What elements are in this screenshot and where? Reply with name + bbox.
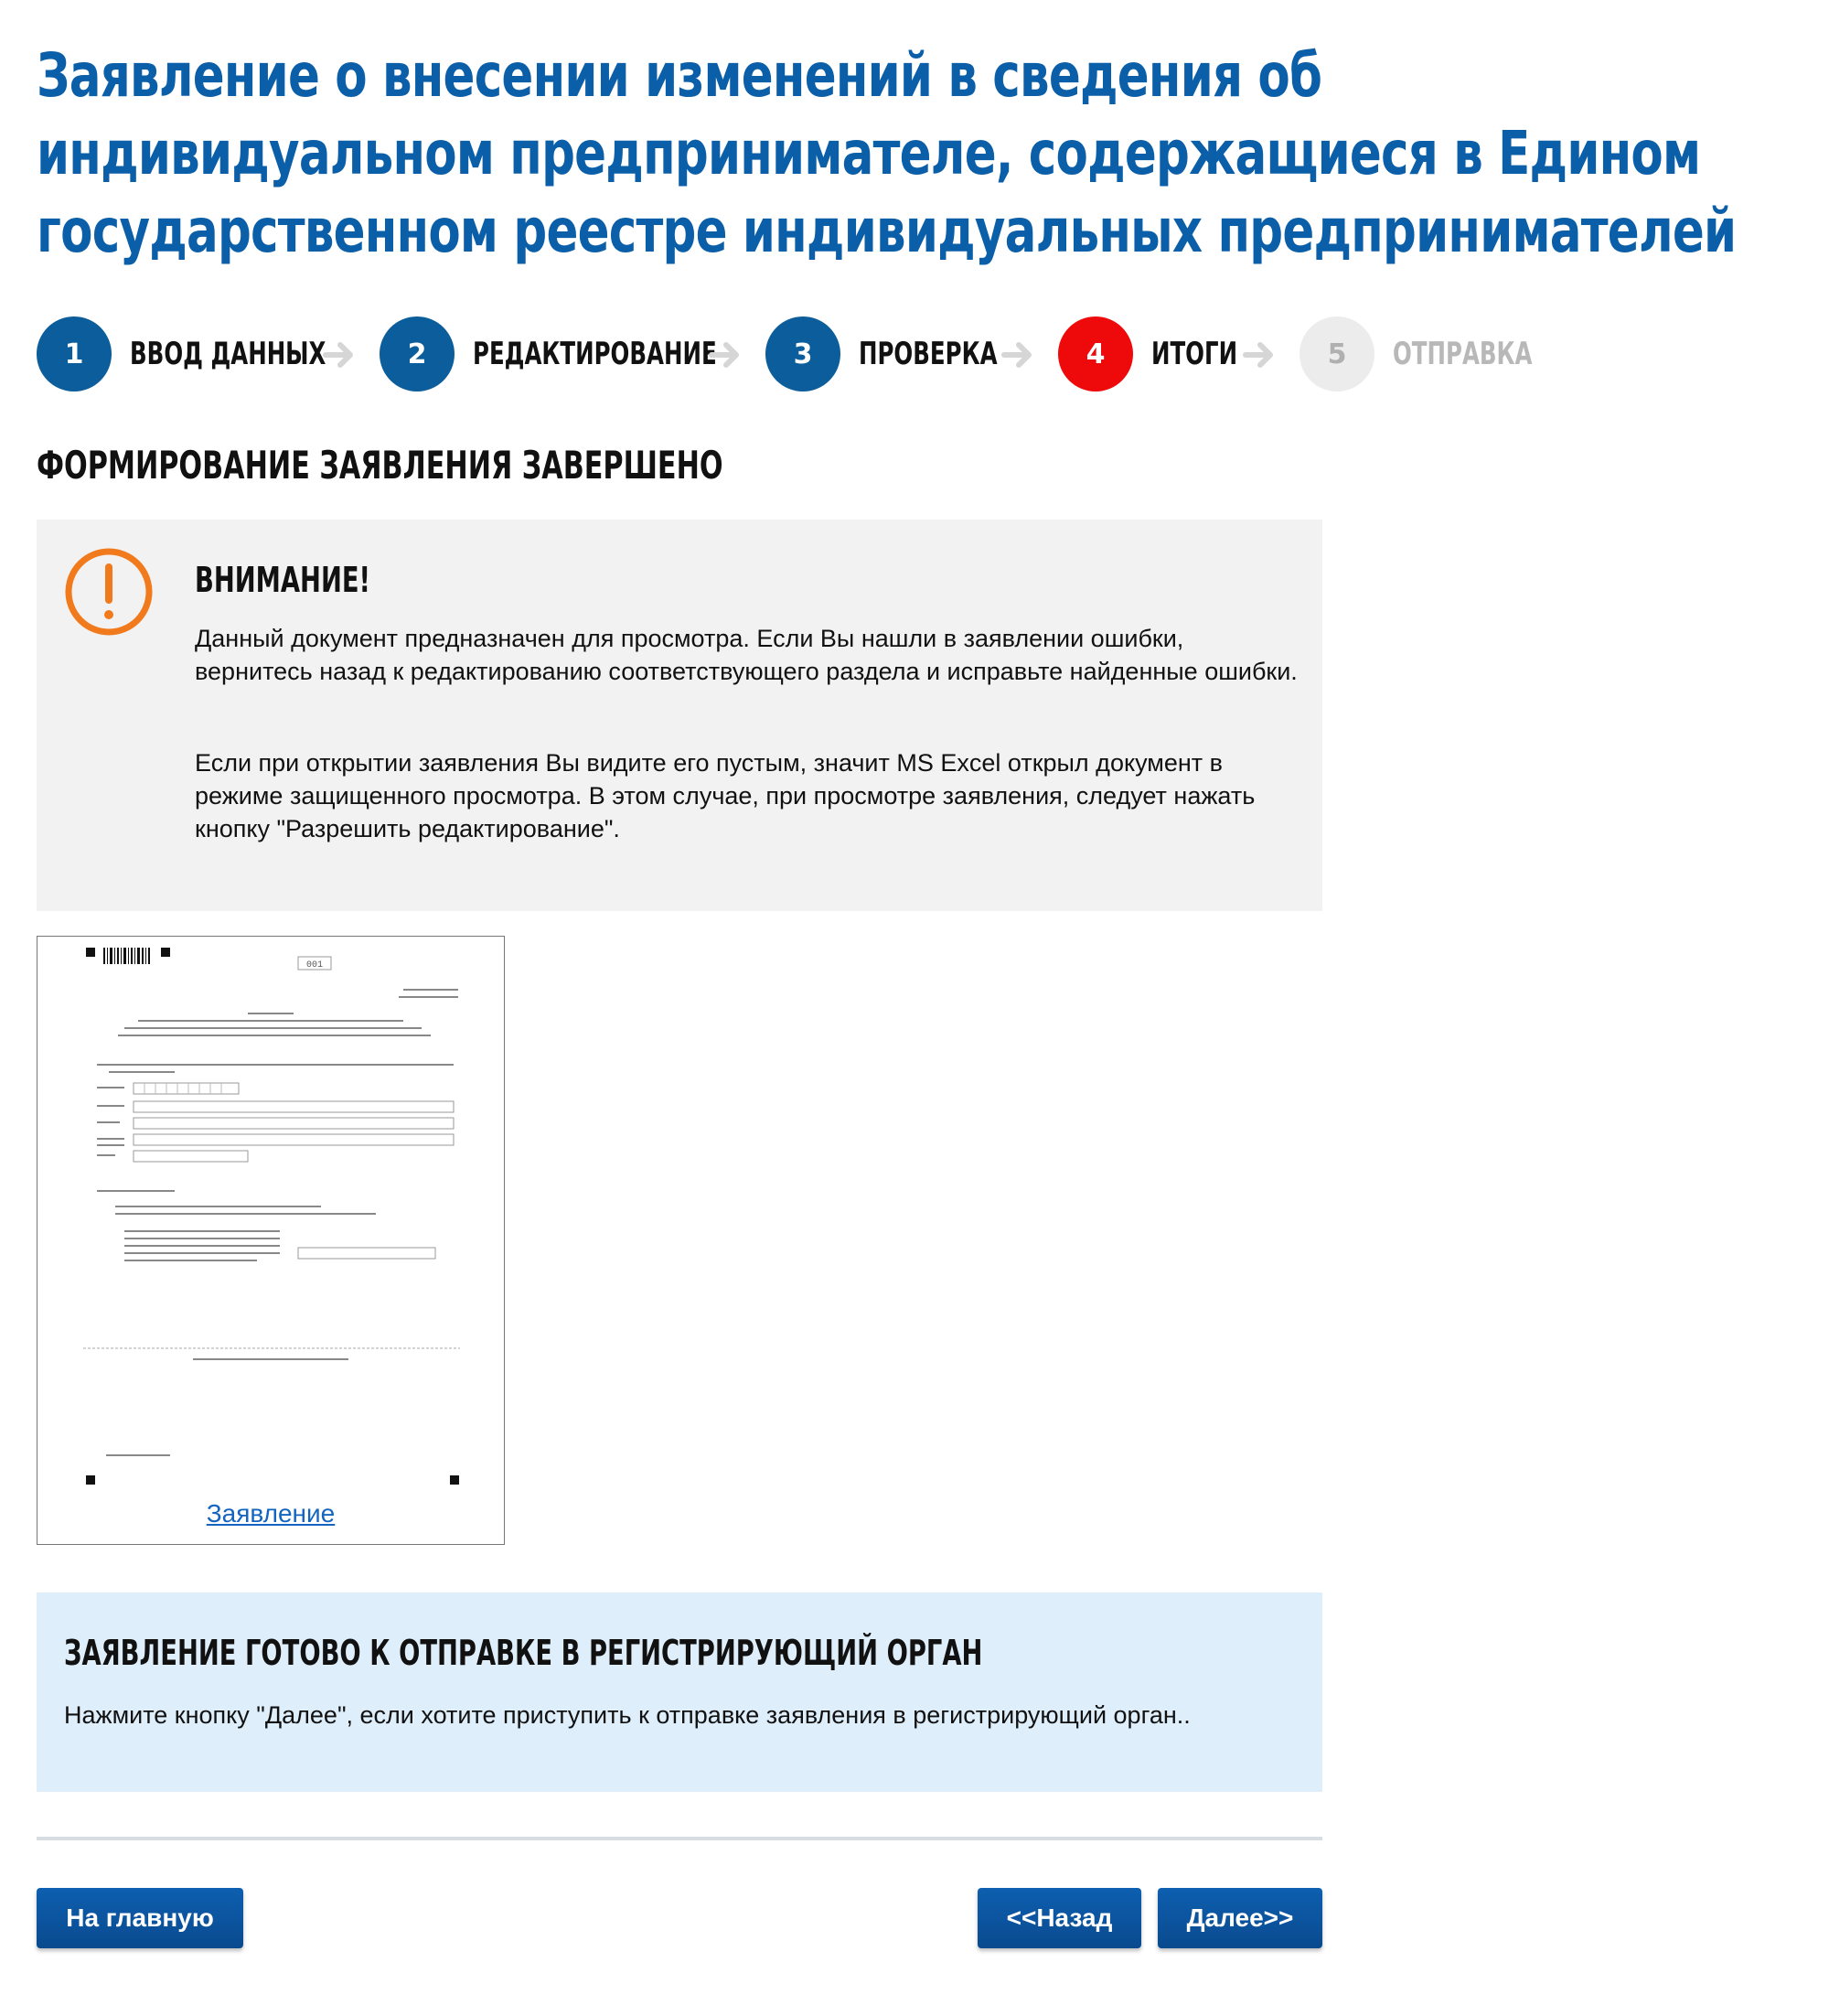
step-5: 5 ОТПРАВКА — [1300, 316, 1587, 391]
warning-text-1: Данный документ предназначен для просмот… — [195, 625, 1298, 685]
warning-title: ВНИМАНИЕ! — [195, 560, 371, 600]
document-thumbnail-image: 001 — [83, 948, 460, 1485]
step-5-number: 5 — [1300, 316, 1374, 391]
page-number: 001 — [306, 960, 323, 970]
home-button[interactable]: На главную — [37, 1888, 243, 1948]
document-preview[interactable]: 001 Заявление — [37, 936, 505, 1545]
step-4: 4 ИТОГИ — [1058, 316, 1271, 391]
page: Заявление о внесении изменений в сведени… — [0, 0, 1829, 2016]
step-1-label: ВВОД ДАННЫХ — [130, 336, 326, 372]
ready-box: ЗАЯВЛЕНИЕ ГОТОВО К ОТПРАВКЕ В РЕГИСТРИРУ… — [37, 1592, 1322, 1792]
arrow-right-icon — [709, 342, 739, 368]
arrow-right-icon — [1001, 342, 1032, 368]
ready-title: ЗАЯВЛЕНИЕ ГОТОВО К ОТПРАВКЕ В РЕГИСТРИРУ… — [64, 1633, 983, 1673]
back-button[interactable]: <<Назад — [978, 1888, 1141, 1948]
step-2-label: РЕДАКТИРОВАНИЕ — [473, 336, 717, 372]
section-heading: ФОРМИРОВАНИЕ ЗАЯВЛЕНИЯ ЗАВЕРШЕНО — [37, 443, 723, 488]
step-1-number: 1 — [37, 316, 112, 391]
step-2-number: 2 — [380, 316, 455, 391]
warning-box: ВНИМАНИЕ! Данный документ предназначен д… — [37, 520, 1322, 911]
arrow-right-icon — [1243, 342, 1273, 368]
step-2: 2 РЕДАКТИРОВАНИЕ — [380, 316, 811, 391]
ready-text: Нажмите кнопку "Далее", если хотите прис… — [64, 1701, 1191, 1729]
next-button[interactable]: Далее>> — [1158, 1888, 1322, 1948]
warning-text-2: Если при открытии заявления Вы видите ег… — [195, 749, 1256, 842]
step-3-label: ПРОВЕРКА — [859, 336, 998, 372]
page-title: Заявление о внесении изменений в сведени… — [37, 40, 1737, 266]
arrow-right-icon — [323, 342, 353, 368]
divider — [37, 1837, 1322, 1840]
wizard-steps: 1 ВВОД ДАННЫХ 2 РЕДАКТИРОВАНИЕ 3 ПРОВЕРК… — [37, 316, 1591, 391]
step-4-label: ИТОГИ — [1151, 336, 1238, 372]
document-link[interactable]: Заявление — [37, 1499, 504, 1528]
exclamation-circle-icon — [65, 548, 153, 636]
step-3-number: 3 — [765, 316, 840, 391]
step-5-label: ОТПРАВКА — [1393, 336, 1533, 372]
step-4-number: 4 — [1058, 316, 1133, 391]
